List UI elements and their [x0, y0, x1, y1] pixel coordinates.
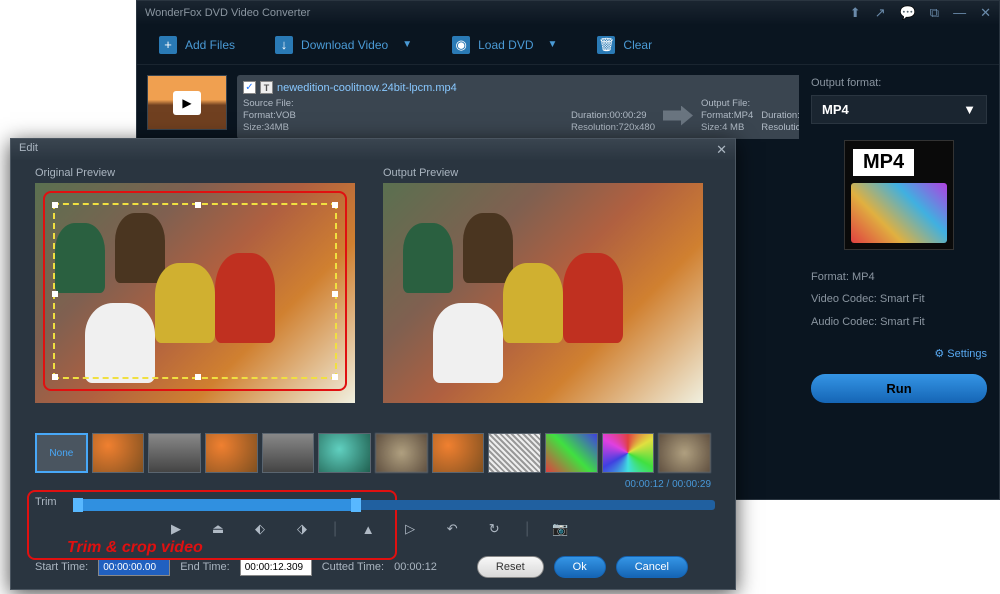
output-preview-label: Output Preview: [383, 167, 711, 179]
effect-vivid[interactable]: [205, 433, 258, 473]
output-format-label: Output format:: [811, 77, 987, 89]
arrow-icon: [663, 106, 693, 126]
trash-icon: 🗑: [597, 36, 615, 54]
original-preview[interactable]: [35, 183, 355, 403]
rotate-right-button[interactable]: ↻: [483, 518, 505, 540]
rotate-left-button[interactable]: ↶: [441, 518, 463, 540]
video-codec-info: Video Codec: Smart Fit: [811, 292, 987, 306]
gear-icon: ⚙: [934, 348, 944, 360]
share-icon[interactable]: ↗: [875, 5, 886, 21]
output-file-label: Output File:: [701, 98, 753, 109]
chat-icon[interactable]: 💬: [900, 5, 916, 21]
format-value: MP4: [822, 102, 849, 117]
trim-section: Trim ▶ ⏏ ⬖ ⬗ | ▲ ▷ ↶ ↻ | 📷: [11, 492, 735, 552]
film-art: [851, 183, 947, 243]
upload-icon[interactable]: ⬆: [850, 5, 861, 21]
chevron-down-icon[interactable]: ▼: [402, 39, 412, 50]
output-preview: [383, 183, 703, 403]
app-title: WonderFox DVD Video Converter: [145, 7, 850, 19]
chevron-down-icon: ▼: [963, 102, 976, 117]
cancel-button[interactable]: Cancel: [616, 556, 688, 578]
download-label: Download Video: [301, 38, 388, 52]
add-files-button[interactable]: + Add Files: [149, 30, 245, 60]
src-format: Format:VOB: [243, 110, 563, 121]
file-name: newedition-coolitnow.24bit-lpcm.mp4: [277, 82, 457, 94]
trim-end-handle[interactable]: [351, 498, 361, 512]
clear-label: Clear: [623, 38, 652, 52]
src-res: Resolution:720x480: [571, 122, 655, 133]
add-files-label: Add Files: [185, 38, 235, 52]
src-duration: Duration:00:00:29: [571, 110, 655, 121]
add-files-icon: +: [159, 36, 177, 54]
trim-range: [75, 499, 355, 511]
effect-sketch[interactable]: [488, 433, 541, 473]
toolbar: + Add Files ↓ Download Video ▼ ◉ Load DV…: [137, 25, 999, 65]
effect-soft[interactable]: [658, 433, 711, 473]
video-thumbnail[interactable]: ▶: [147, 75, 227, 130]
play2-button[interactable]: ▷: [399, 518, 421, 540]
snapshot-button[interactable]: 📷: [549, 518, 571, 540]
effect-color[interactable]: [545, 433, 598, 473]
dvd-icon: ◉: [452, 36, 470, 54]
reset-button[interactable]: Reset: [477, 556, 544, 578]
out-format: Format:MP4: [701, 110, 753, 121]
settings-link[interactable]: ⚙ Settings: [811, 347, 987, 360]
end-time-input[interactable]: [240, 559, 312, 576]
video-frame: [383, 183, 703, 403]
effects-row: None: [11, 429, 735, 477]
cutted-time-value: 00:00:12: [394, 561, 437, 573]
edit-title: Edit: [19, 142, 38, 158]
file-type-badge: T: [260, 81, 273, 94]
format-icon[interactable]: MP4: [844, 140, 954, 250]
trim-label: Trim: [35, 496, 57, 508]
trim-start-handle[interactable]: [73, 498, 83, 512]
start-time-input[interactable]: [98, 559, 170, 576]
file-checkbox[interactable]: ✓: [243, 81, 256, 94]
out-size: Size:4 MB: [701, 122, 753, 133]
crop-handles[interactable]: [53, 203, 337, 379]
close-icon[interactable]: ✕: [716, 142, 727, 158]
start-time-label: Start Time:: [35, 561, 88, 573]
source-file-label: Source File:: [243, 98, 563, 109]
effect-mosaic[interactable]: [602, 433, 655, 473]
output-panel: Output format: MP4 ▼ MP4 Format: MP4 Vid…: [799, 65, 999, 495]
audio-codec-info: Audio Codec: Smart Fit: [811, 315, 987, 329]
copy-icon[interactable]: ⧉: [930, 5, 939, 21]
minimize-icon[interactable]: —: [953, 5, 966, 21]
effect-sepia[interactable]: [432, 433, 485, 473]
download-video-button[interactable]: ↓ Download Video ▼: [265, 30, 422, 60]
play-icon: ▶: [173, 91, 201, 115]
effect-grey[interactable]: [148, 433, 201, 473]
end-time-label: End Time:: [180, 561, 230, 573]
titlebar: WonderFox DVD Video Converter ⬆ ↗ 💬 ⧉ — …: [137, 1, 999, 25]
effect-bw[interactable]: [262, 433, 315, 473]
ok-button[interactable]: Ok: [554, 556, 606, 578]
edit-dialog: Edit ✕ Original Preview: [10, 138, 736, 590]
download-icon: ↓: [275, 36, 293, 54]
mp4-label: MP4: [853, 149, 914, 176]
settings-label: Settings: [947, 348, 987, 360]
effect-cool[interactable]: [318, 433, 371, 473]
cutted-time-label: Cutted Time:: [322, 561, 384, 573]
effect-none[interactable]: None: [35, 433, 88, 473]
trim-slider[interactable]: [75, 500, 715, 510]
chevron-down-icon[interactable]: ▼: [548, 39, 558, 50]
edit-titlebar: Edit ✕: [11, 139, 735, 161]
close-icon[interactable]: ✕: [980, 5, 991, 21]
original-preview-label: Original Preview: [35, 167, 363, 179]
load-dvd-button[interactable]: ◉ Load DVD ▼: [442, 30, 567, 60]
format-select[interactable]: MP4 ▼: [811, 95, 987, 124]
load-dvd-label: Load DVD: [478, 38, 533, 52]
clear-button[interactable]: 🗑 Clear: [587, 30, 662, 60]
src-size: Size:34MB: [243, 122, 563, 133]
format-info: Format: MP4: [811, 270, 987, 284]
run-button[interactable]: Run: [811, 374, 987, 403]
effect-blur[interactable]: [375, 433, 428, 473]
effect-warm[interactable]: [92, 433, 145, 473]
